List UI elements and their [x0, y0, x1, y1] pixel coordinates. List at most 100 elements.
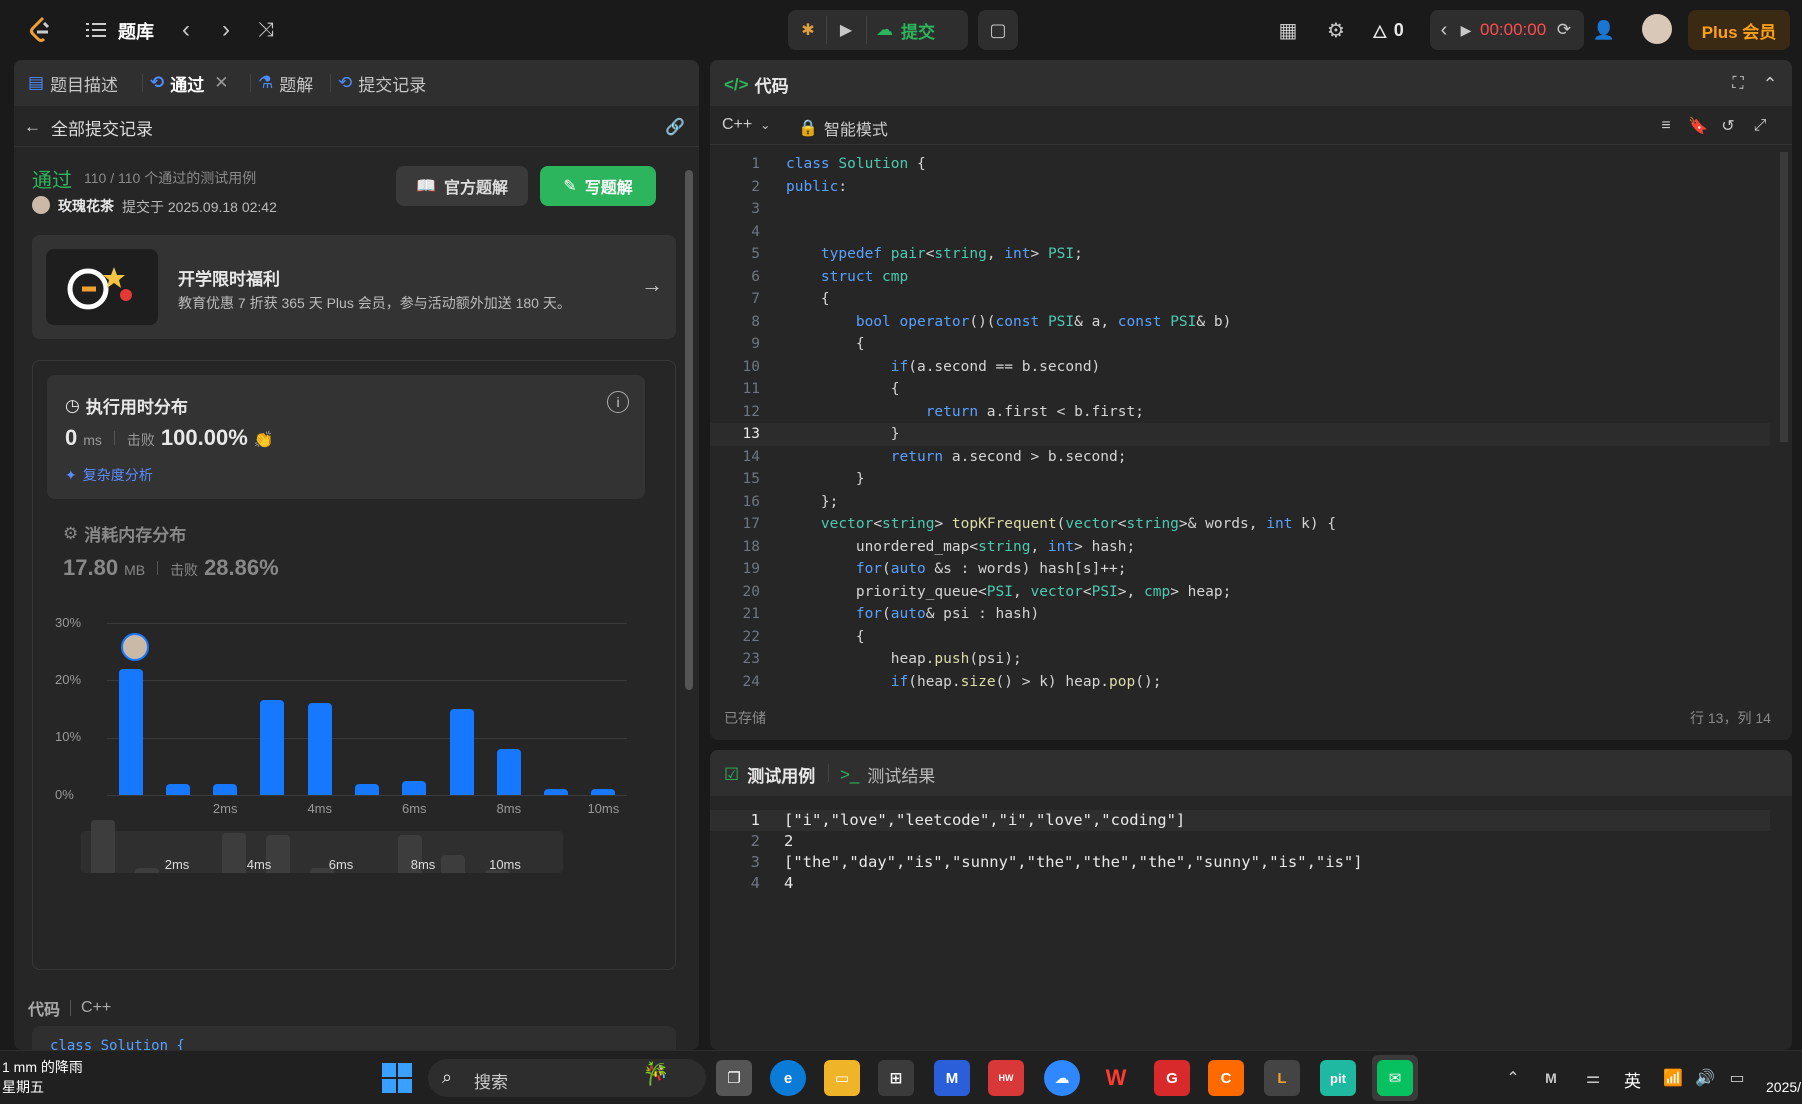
edge-browser-icon[interactable]: e	[770, 1060, 806, 1096]
c-app-icon[interactable]: C	[1208, 1060, 1244, 1096]
search-box[interactable]: ⌕ 搜索 🎋	[428, 1059, 706, 1097]
windows-start-icon[interactable]	[382, 1063, 412, 1093]
scrollbar-thumb[interactable]	[685, 170, 693, 690]
code-text: {	[786, 628, 865, 645]
chart-bar[interactable]	[544, 789, 569, 795]
expand-icon[interactable]: ⤢	[1748, 114, 1772, 138]
divider	[157, 561, 159, 575]
runtime-title: ◷ 执行用时分布	[65, 395, 188, 418]
runtime-distribution-chart[interactable]	[107, 623, 627, 796]
collapse-timer-icon[interactable]: ‹	[1434, 18, 1454, 42]
username[interactable]: 玫瑰花茶	[58, 196, 114, 216]
chart-bar[interactable]	[591, 789, 616, 795]
timer-group: ‹ ▶ 00:00:00 ⟳	[1430, 10, 1584, 50]
huawei-icon[interactable]: HW	[988, 1060, 1024, 1096]
format-icon[interactable]: ≡	[1654, 114, 1678, 138]
x-tick-label: 8ms	[496, 801, 522, 816]
add-friend-icon[interactable]: 👤	[1590, 16, 1618, 44]
cloud-app-icon[interactable]: ☁	[1044, 1060, 1080, 1096]
next-problem-icon[interactable]: ›	[212, 16, 240, 44]
tab-submissions[interactable]: ⟲ 提交记录	[338, 60, 426, 106]
write-solution-button[interactable]: ✎ 写题解	[540, 166, 656, 206]
promo-banner[interactable]: 开学限时福利 教育优惠 7 折获 365 天 Plus 会员，参与活动额外加送 …	[32, 235, 676, 339]
mail-app-icon[interactable]: M	[934, 1060, 970, 1096]
tab-accepted[interactable]: ⟲ 通过 ✕	[150, 60, 229, 106]
flask-icon: ⚗	[258, 73, 274, 92]
bookmark-icon[interactable]: 🔖	[1686, 114, 1710, 138]
streak-counter[interactable]: 🜂 0	[1372, 16, 1404, 44]
code-line: 17 vector<string> topKFrequent(vector<st…	[710, 513, 1770, 536]
chart-bar[interactable]	[213, 783, 238, 795]
wechat-icon[interactable]: ✉	[1377, 1060, 1413, 1096]
code-area[interactable]: 1 class Solution {2 public: 3 4 5 typedef pai…	[710, 153, 1770, 693]
scrollbar-thumb[interactable]	[1780, 152, 1788, 442]
tab-solutions[interactable]: ⚗ 题解	[258, 60, 313, 106]
testcase-input[interactable]: 1 ["i","love","leetcode","i","love","codi…	[710, 810, 1770, 910]
tab-test-result[interactable]: >_ 测试结果	[840, 762, 935, 787]
line-number: 20	[742, 583, 760, 600]
wps-icon[interactable]: W	[1098, 1060, 1134, 1096]
chart-bar[interactable]	[165, 783, 190, 795]
file-explorer-icon[interactable]: ▭	[824, 1060, 860, 1096]
microsoft-store-icon[interactable]: ⊞	[878, 1060, 914, 1096]
tray-expand-icon[interactable]: ⌃	[1502, 1067, 1524, 1089]
user-avatar[interactable]	[32, 196, 50, 214]
run-icon[interactable]: ▶	[832, 16, 860, 44]
task-view-icon[interactable]: ❐	[716, 1060, 752, 1096]
chart-bar[interactable]	[260, 700, 285, 795]
battery-icon[interactable]: ▭	[1726, 1067, 1748, 1089]
chart-bar[interactable]	[355, 783, 379, 795]
reset-timer-icon[interactable]: ⟳	[1552, 18, 1576, 42]
close-icon[interactable]: ✕	[214, 73, 228, 93]
gear-icon[interactable]: ⚙	[1322, 16, 1350, 44]
leetcode-logo-icon[interactable]	[22, 12, 58, 48]
chart-bar[interactable]	[118, 668, 143, 795]
pit-app-icon[interactable]: pit	[1320, 1060, 1356, 1096]
chart-bar[interactable]	[307, 703, 332, 795]
tab-testcase[interactable]: ☑ 测试用例	[724, 762, 815, 787]
arrow-right-icon[interactable]: →	[638, 271, 666, 299]
official-solution-button[interactable]: 📖 官方题解	[396, 166, 528, 206]
runtime-section[interactable]: ◷ 执行用时分布 i 0 ms 击败 100.00% 👏 ✦ 复杂度分析	[47, 375, 645, 499]
plus-member-button[interactable]: Plus 会员	[1688, 10, 1790, 50]
tab-description[interactable]: ▤ 题目描述	[28, 60, 118, 106]
tray-app-icon[interactable]: M	[1540, 1067, 1562, 1089]
collapse-icon[interactable]: ⌃	[1758, 72, 1782, 96]
divider	[828, 764, 829, 782]
info-icon[interactable]: i	[607, 391, 629, 413]
range-overview[interactable]: 2ms 4ms 6ms 8ms 10ms	[81, 820, 563, 873]
problem-list-link[interactable]: 题库	[118, 18, 154, 44]
smart-mode-toggle[interactable]: 🔒 智能模式	[798, 116, 888, 140]
volume-icon[interactable]: 🔊	[1694, 1067, 1716, 1089]
back-to-submissions[interactable]: ← 全部提交记录	[24, 112, 153, 142]
wifi-icon[interactable]: 📶	[1662, 1067, 1684, 1089]
line-number: 22	[742, 628, 760, 645]
editor-scrollbar[interactable]	[1778, 152, 1790, 692]
submit-button[interactable]: ☁ 提交	[876, 10, 935, 50]
chart-bar[interactable]	[402, 780, 427, 795]
avatar[interactable]	[1642, 14, 1672, 44]
layout-icon[interactable]: ▦	[1274, 16, 1302, 44]
chart-bar[interactable]	[449, 709, 474, 795]
fullscreen-icon[interactable]: ⛶	[1726, 72, 1750, 96]
clock[interactable]: 2025/	[1766, 1079, 1801, 1095]
chart-bar[interactable]	[496, 749, 521, 795]
scrollbar[interactable]	[685, 156, 693, 1046]
reset-icon[interactable]: ↺	[1716, 114, 1740, 138]
memory-title[interactable]: ⚙ 消耗内存分布	[63, 521, 186, 546]
shuffle-icon[interactable]: ⤨	[252, 16, 280, 44]
list-icon[interactable]	[82, 16, 110, 44]
prev-problem-icon[interactable]: ‹	[172, 16, 200, 44]
complexity-analysis-link[interactable]: ✦ 复杂度分析	[65, 465, 153, 485]
link-icon[interactable]: 🔗	[662, 114, 688, 140]
play-timer-icon[interactable]: ▶	[1456, 18, 1476, 42]
input-method[interactable]: 英	[1624, 1067, 1641, 1092]
notes-icon[interactable]: ▢	[978, 10, 1018, 50]
debug-icon[interactable]: ✱	[794, 16, 822, 44]
leetcode-app-icon[interactable]: L	[1264, 1060, 1300, 1096]
g-app-icon[interactable]: G	[1154, 1060, 1190, 1096]
weather[interactable]: 1 mm 的降雨	[2, 1057, 83, 1077]
language-selector[interactable]: C++ ⌄	[722, 116, 770, 134]
tray-settings-icon[interactable]: ⚌	[1582, 1067, 1604, 1089]
